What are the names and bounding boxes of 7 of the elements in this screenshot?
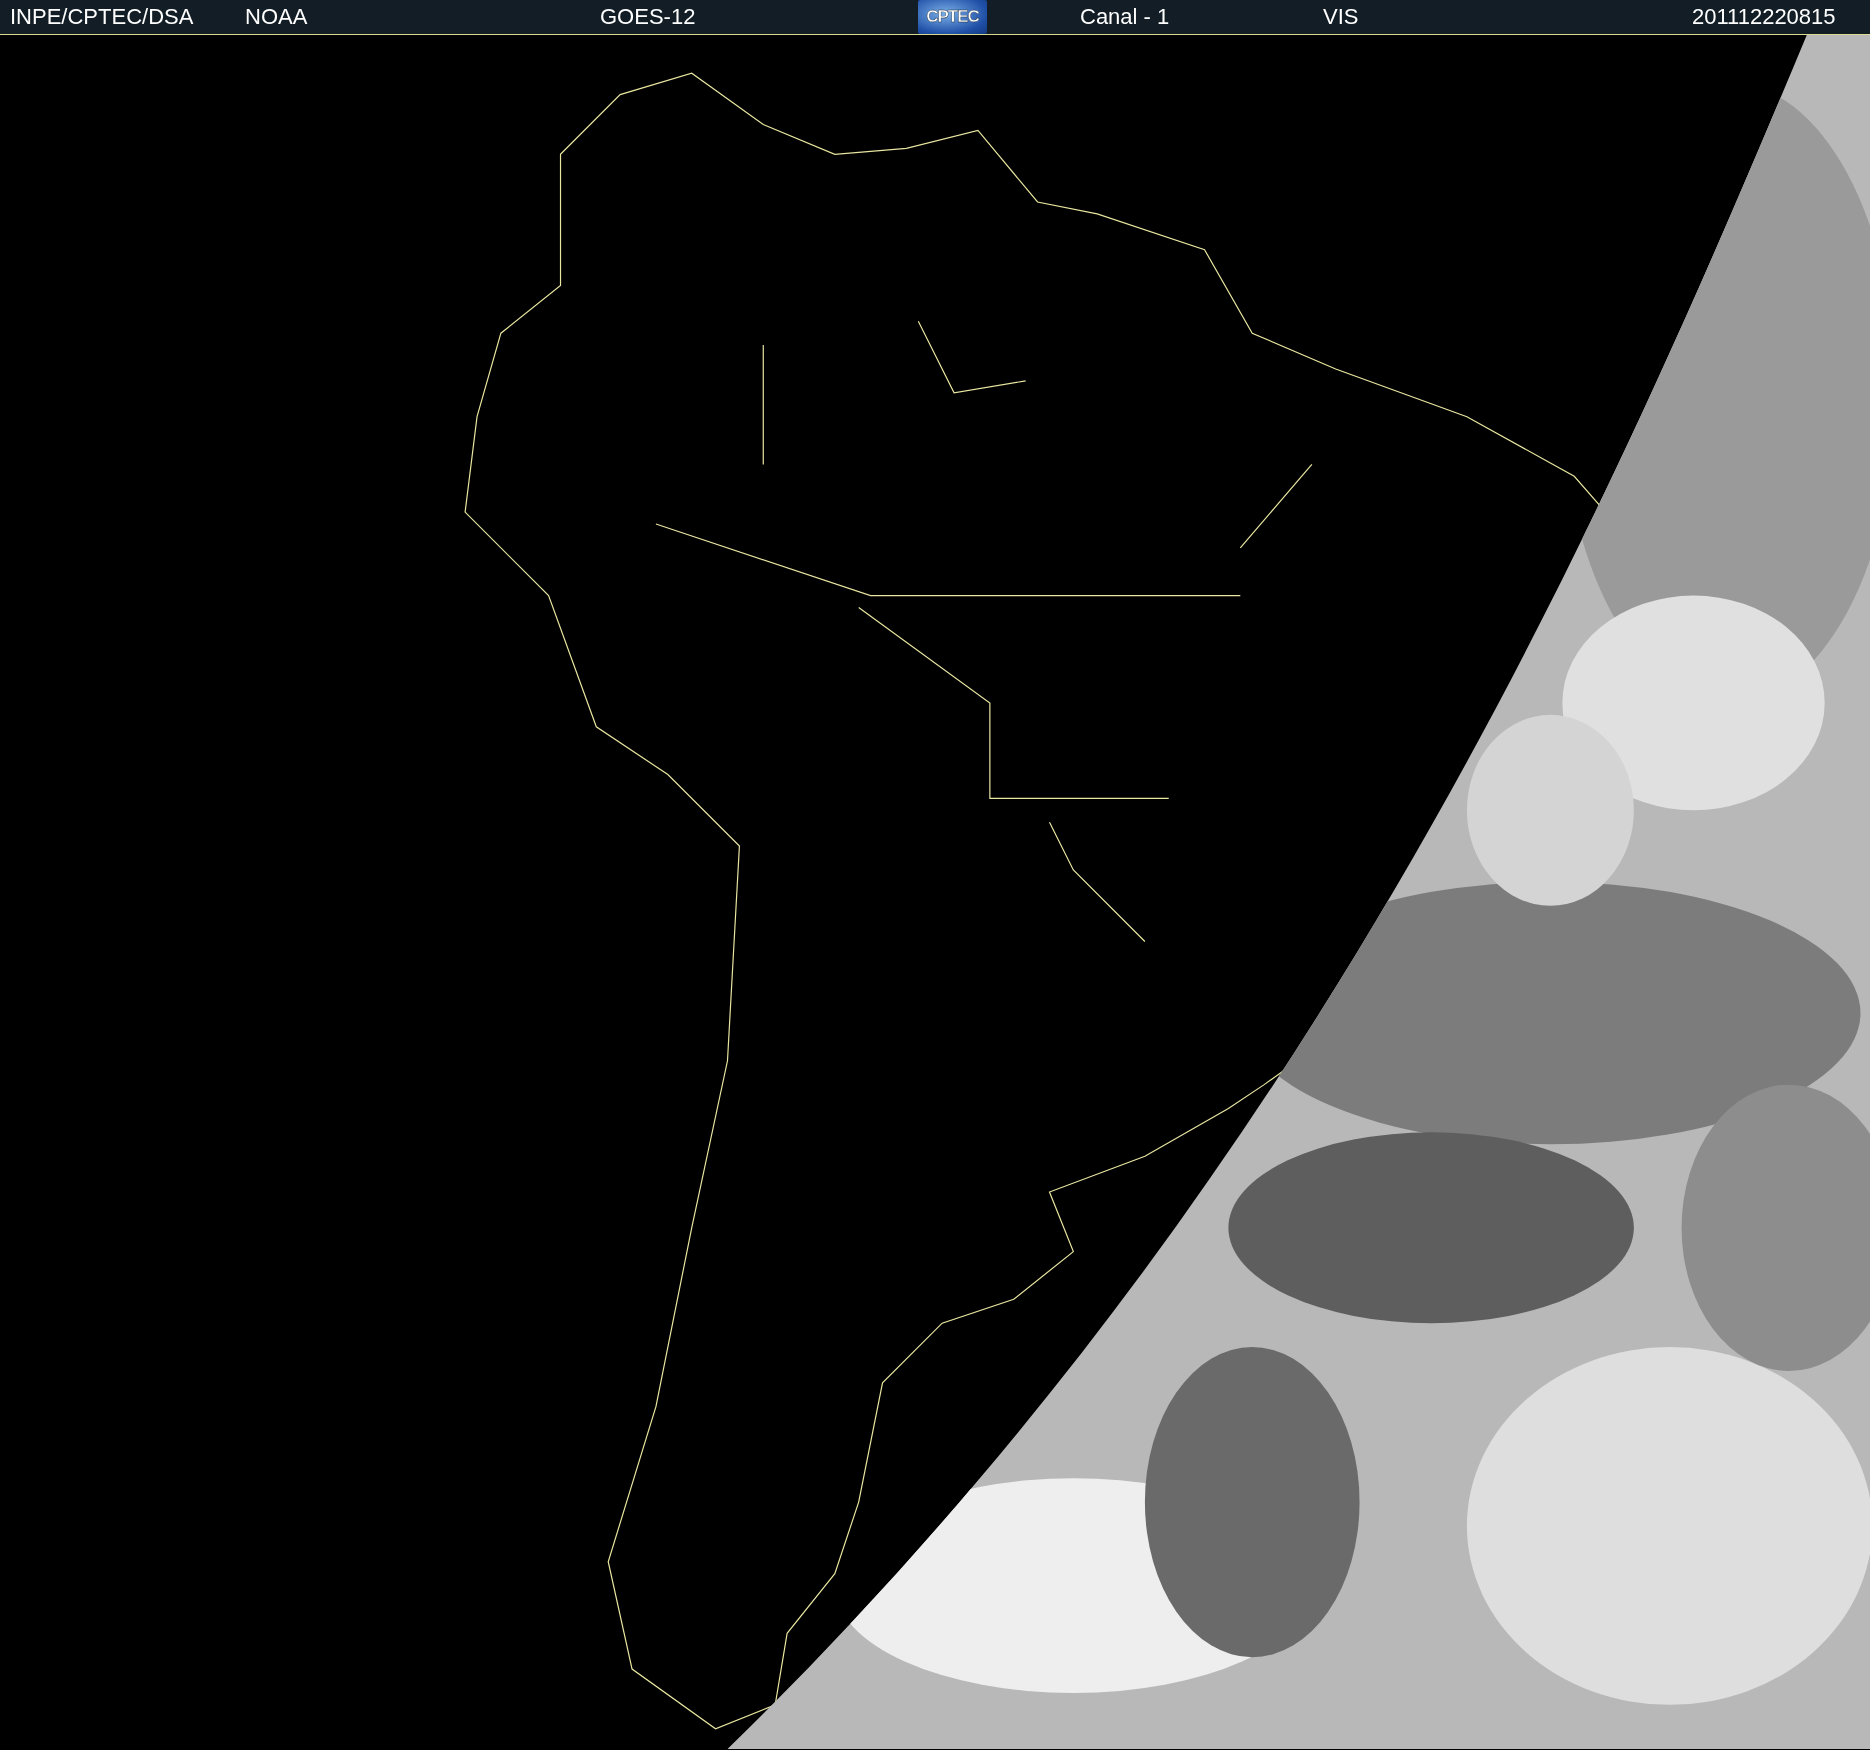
header-label: VIS — [1323, 4, 1359, 30]
header-label: GOES-12 — [600, 4, 696, 30]
header-label: 201112220815 — [1692, 4, 1836, 30]
logo: CPTEC — [918, 0, 987, 34]
header-label: INPE/CPTEC/DSA — [10, 4, 194, 30]
header-label: NOAA — [245, 4, 308, 30]
header-label: Canal - 1 — [1080, 4, 1170, 30]
